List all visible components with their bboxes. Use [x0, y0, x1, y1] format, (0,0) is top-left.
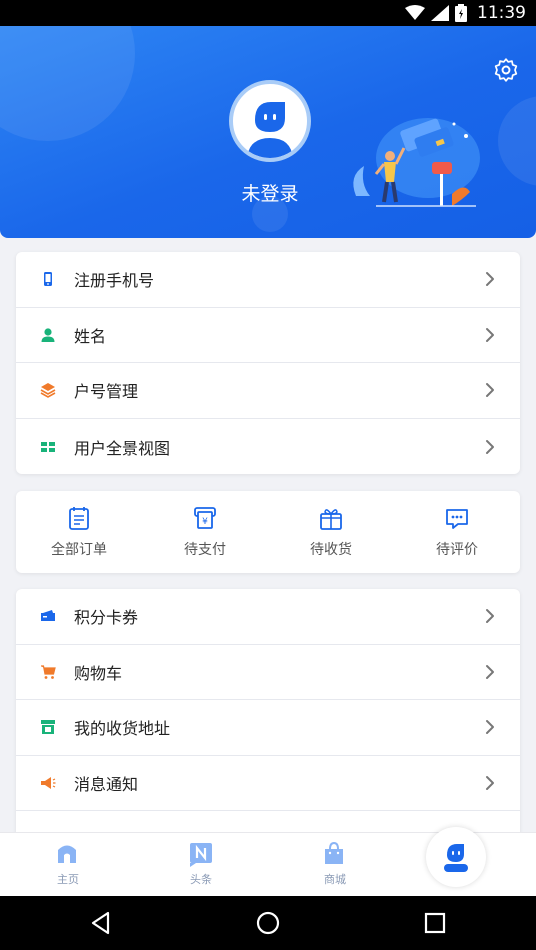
comment-icon: [446, 509, 468, 529]
order-status-item[interactable]: 待评价: [394, 505, 520, 559]
decor-bubble: [498, 96, 536, 186]
menu-icon: [40, 608, 56, 624]
menu-item-label: 户号管理: [74, 382, 139, 402]
svg-text:¥: ¥: [202, 517, 208, 527]
menu-icon: [40, 382, 56, 399]
news-icon: [190, 843, 212, 867]
chevron-right-icon: [486, 327, 494, 342]
gift-box-icon: [320, 509, 342, 530]
decor-bubble: [0, 26, 135, 141]
wifi-icon: [405, 5, 425, 20]
status-icons: 11:39: [405, 0, 526, 26]
chevron-right-icon: [486, 720, 494, 735]
nav-item-profile[interactable]: [426, 827, 486, 887]
phone-icon: [44, 272, 52, 287]
payment-icon: ¥: [194, 507, 216, 529]
order-status-item[interactable]: 待收货: [268, 505, 394, 559]
orders-row: 全部订单 ¥ 待支付 待收货 待评价: [16, 491, 520, 573]
avatar[interactable]: [229, 80, 311, 162]
account-menu-card: 注册手机号 姓名 户号管理 用户全景视图: [16, 252, 520, 475]
menu-item[interactable]: 我的收货地址: [16, 700, 520, 756]
order-status-label: 待支付: [184, 542, 226, 558]
megaphone-icon: [41, 777, 56, 790]
menu-item-label: 注册手机号: [74, 271, 155, 291]
menu-icon: [40, 271, 56, 287]
menu-item[interactable]: 户号管理: [16, 363, 520, 419]
profile-icon: [444, 844, 468, 872]
menu-icon: [40, 439, 56, 455]
grid-icon: [41, 441, 55, 452]
nav-item-label: 头条: [190, 873, 212, 886]
login-status[interactable]: 未登录: [200, 179, 340, 206]
coupon-icon: [41, 610, 55, 622]
layers-icon: [40, 383, 56, 399]
nav-item[interactable]: 主页: [38, 841, 98, 887]
battery-icon: [455, 4, 467, 22]
menu-icon: [40, 327, 56, 343]
order-status-label: 待评价: [436, 542, 478, 558]
bottom-navigation: 主页 头条 商城: [0, 827, 536, 896]
menu-item-label: 我的收货地址: [74, 719, 171, 739]
menu-item[interactable]: 姓名: [16, 308, 520, 364]
home-circle-icon[interactable]: [255, 910, 281, 936]
order-status-item[interactable]: 全部订单: [16, 505, 142, 559]
order-status-label: 全部订单: [51, 542, 107, 558]
chevron-right-icon: [486, 776, 494, 791]
menu-icon: [40, 775, 56, 791]
profile-header: 未登录: [0, 26, 536, 238]
default-avatar-icon: [247, 102, 293, 158]
menu-item-label: 购物车: [74, 663, 123, 683]
menu-icon: [40, 664, 56, 680]
back-icon[interactable]: [88, 910, 114, 936]
chevron-right-icon: [486, 272, 494, 287]
order-status-label: 待收货: [310, 542, 352, 558]
nav-item-label: 商城: [324, 873, 346, 886]
menu-item[interactable]: 购物车: [16, 645, 520, 701]
chevron-right-icon: [486, 383, 494, 398]
recents-icon[interactable]: [422, 910, 448, 936]
nav-item[interactable]: 商城: [305, 841, 365, 887]
status-time: 11:39: [477, 3, 526, 23]
shop-bag-icon: [325, 841, 343, 864]
user-icon: [41, 328, 55, 342]
cart-icon: [41, 665, 56, 679]
signal-icon: [431, 5, 449, 21]
order-status-item[interactable]: ¥ 待支付: [142, 505, 268, 559]
nav-item[interactable]: 头条: [171, 841, 231, 887]
chevron-right-icon: [486, 664, 494, 679]
menu-item[interactable]: 注册手机号: [16, 252, 520, 308]
order-list-icon: [69, 507, 89, 530]
menu-item[interactable]: 用户全景视图: [16, 419, 520, 475]
nav-item-label: 主页: [57, 873, 79, 886]
menu-item-label: 姓名: [74, 326, 107, 346]
menu-item-label: 用户全景视图: [74, 438, 171, 458]
chevron-right-icon: [486, 609, 494, 624]
home-icon: [58, 845, 76, 863]
header-illustration: [353, 118, 480, 207]
store-icon: [41, 720, 55, 735]
menu-item-label: 消息通知: [74, 775, 139, 795]
menu-item-label: 积分卡券: [74, 608, 139, 628]
menu-item[interactable]: 消息通知: [16, 756, 520, 812]
menu-icon: [40, 719, 56, 735]
system-navigation-bar: [0, 896, 536, 950]
chevron-right-icon: [486, 439, 494, 454]
orders-card: 全部订单 ¥ 待支付 待收货 待评价: [16, 491, 520, 573]
services-menu-card: 积分卡券 购物车 我的收货地址 消息通知 在线客服: [16, 589, 520, 839]
status-bar: 11:39: [0, 0, 536, 26]
menu-item[interactable]: 积分卡券: [16, 589, 520, 645]
gear-icon[interactable]: [493, 57, 519, 83]
